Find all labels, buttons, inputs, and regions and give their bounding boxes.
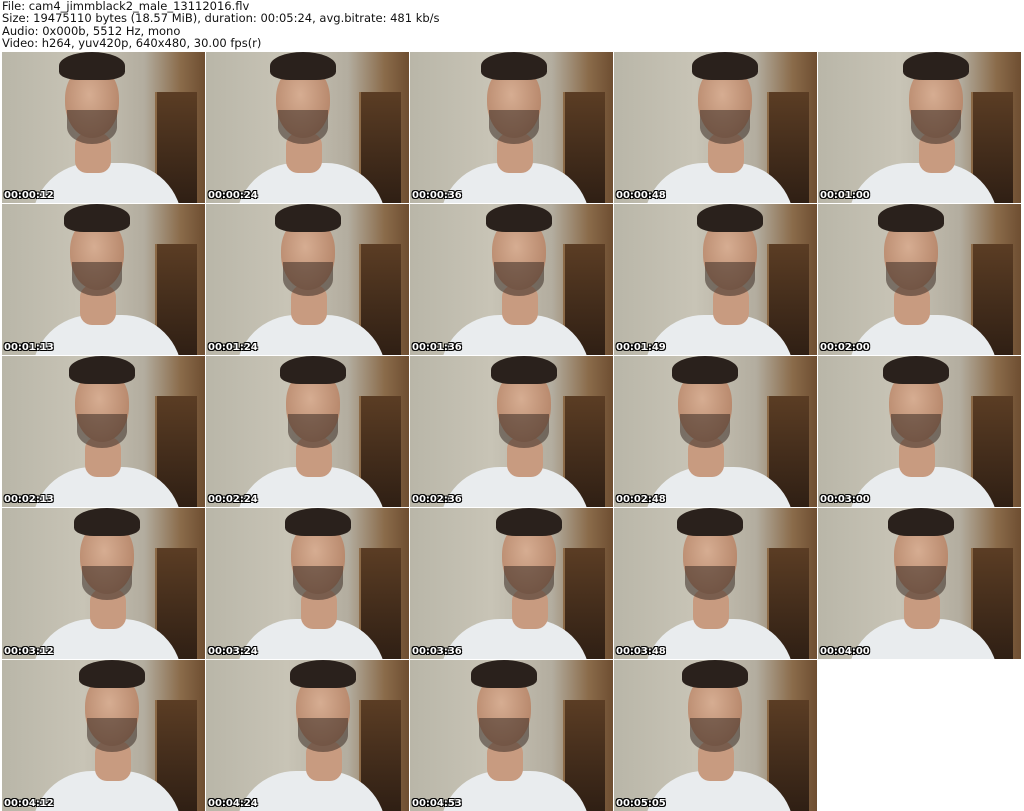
frame-timestamp: 00:02:24 — [208, 494, 258, 505]
video-frame-thumbnail: 00:05:05 — [614, 660, 817, 811]
video-frame-thumbnail: 00:02:24 — [206, 356, 409, 507]
video-frame-thumbnail: 00:01:00 — [818, 52, 1021, 203]
video-frame-thumbnail: 00:04:12 — [2, 660, 205, 811]
video-frame-thumbnail: 00:00:48 — [614, 52, 817, 203]
hair — [496, 508, 562, 536]
hair — [697, 204, 763, 232]
beard — [77, 414, 127, 448]
hair — [59, 52, 125, 80]
frame-timestamp: 00:01:24 — [208, 342, 258, 353]
frame-timestamp: 00:00:24 — [208, 190, 258, 201]
video-frame-thumbnail: 00:01:49 — [614, 204, 817, 355]
beard — [278, 110, 328, 144]
frame-timestamp: 00:02:36 — [412, 494, 462, 505]
beard — [499, 414, 549, 448]
beard — [87, 718, 137, 752]
beard — [479, 718, 529, 752]
video-frame-thumbnail: 00:04:53 — [410, 660, 613, 811]
frame-timestamp: 00:01:49 — [616, 342, 666, 353]
hair — [883, 356, 949, 384]
frame-timestamp: 00:00:36 — [412, 190, 462, 201]
beard — [283, 262, 333, 296]
hair — [64, 204, 130, 232]
hair — [280, 356, 346, 384]
frame-timestamp: 00:03:48 — [616, 646, 666, 657]
video-frame-thumbnail: 00:03:00 — [818, 356, 1021, 507]
video-frame-thumbnail: 00:02:48 — [614, 356, 817, 507]
beard — [489, 110, 539, 144]
beard — [700, 110, 750, 144]
video-frame-thumbnail: 00:01:24 — [206, 204, 409, 355]
hair — [888, 508, 954, 536]
frame-timestamp: 00:03:24 — [208, 646, 258, 657]
frame-timestamp: 00:01:36 — [412, 342, 462, 353]
hair — [69, 356, 135, 384]
video-info-line: Video: h264, yuv420p, 640x480, 30.00 fps… — [2, 35, 262, 50]
video-frame-thumbnail: 00:04:00 — [818, 508, 1021, 659]
frame-timestamp: 00:02:13 — [4, 494, 54, 505]
hair — [677, 508, 743, 536]
video-frame-thumbnail: 00:02:00 — [818, 204, 1021, 355]
hair — [290, 660, 356, 688]
video-frame-thumbnail: 00:00:12 — [2, 52, 205, 203]
frame-timestamp: 00:05:05 — [616, 798, 666, 809]
frame-timestamp: 00:03:36 — [412, 646, 462, 657]
frame-timestamp: 00:03:00 — [820, 494, 870, 505]
video-frame-thumbnail: 00:02:36 — [410, 356, 613, 507]
hair — [903, 52, 969, 80]
video-frame-thumbnail: 00:03:12 — [2, 508, 205, 659]
frame-timestamp: 00:04:12 — [4, 798, 54, 809]
hair — [682, 660, 748, 688]
frame-timestamp: 00:02:48 — [616, 494, 666, 505]
video-frame-thumbnail: 00:00:24 — [206, 52, 409, 203]
beard — [891, 414, 941, 448]
frame-timestamp: 00:00:48 — [616, 190, 666, 201]
hair — [270, 52, 336, 80]
hair — [672, 356, 738, 384]
beard — [82, 566, 132, 600]
video-frame-thumbnail: 00:03:36 — [410, 508, 613, 659]
hair — [275, 204, 341, 232]
file-size-line: Size: 19475110 bytes (18.57 MiB), durati… — [2, 11, 440, 26]
beard — [685, 566, 735, 600]
beard — [690, 718, 740, 752]
hair — [878, 204, 944, 232]
beard — [72, 262, 122, 296]
frame-timestamp: 00:01:13 — [4, 342, 54, 353]
frame-timestamp: 00:02:00 — [820, 342, 870, 353]
beard — [680, 414, 730, 448]
hair — [486, 204, 552, 232]
beard — [896, 566, 946, 600]
hair — [491, 356, 557, 384]
beard — [494, 262, 544, 296]
video-frame-thumbnail: 00:04:24 — [206, 660, 409, 811]
frame-timestamp: 00:04:00 — [820, 646, 870, 657]
beard — [288, 414, 338, 448]
beard — [504, 566, 554, 600]
beard — [293, 566, 343, 600]
frame-timestamp: 00:03:12 — [4, 646, 54, 657]
beard — [886, 262, 936, 296]
beard — [67, 110, 117, 144]
hair — [692, 52, 758, 80]
beard — [298, 718, 348, 752]
frame-timestamp: 00:01:00 — [820, 190, 870, 201]
file-info-header: File: cam4_jimmblack2_male_13112016.flv S… — [2, 0, 440, 49]
hair — [79, 660, 145, 688]
video-frame-thumbnail: 00:01:13 — [2, 204, 205, 355]
video-frame-thumbnail: 00:02:13 — [2, 356, 205, 507]
hair — [471, 660, 537, 688]
hair — [74, 508, 140, 536]
beard — [705, 262, 755, 296]
video-frame-thumbnail: 00:03:24 — [206, 508, 409, 659]
frame-timestamp: 00:04:24 — [208, 798, 258, 809]
hair — [285, 508, 351, 536]
video-frame-thumbnail: 00:00:36 — [410, 52, 613, 203]
beard — [911, 110, 961, 144]
video-frame-thumbnail: 00:01:36 — [410, 204, 613, 355]
video-frame-thumbnail: 00:03:48 — [614, 508, 817, 659]
frame-timestamp: 00:04:53 — [412, 798, 462, 809]
frame-timestamp: 00:00:12 — [4, 190, 54, 201]
hair — [481, 52, 547, 80]
